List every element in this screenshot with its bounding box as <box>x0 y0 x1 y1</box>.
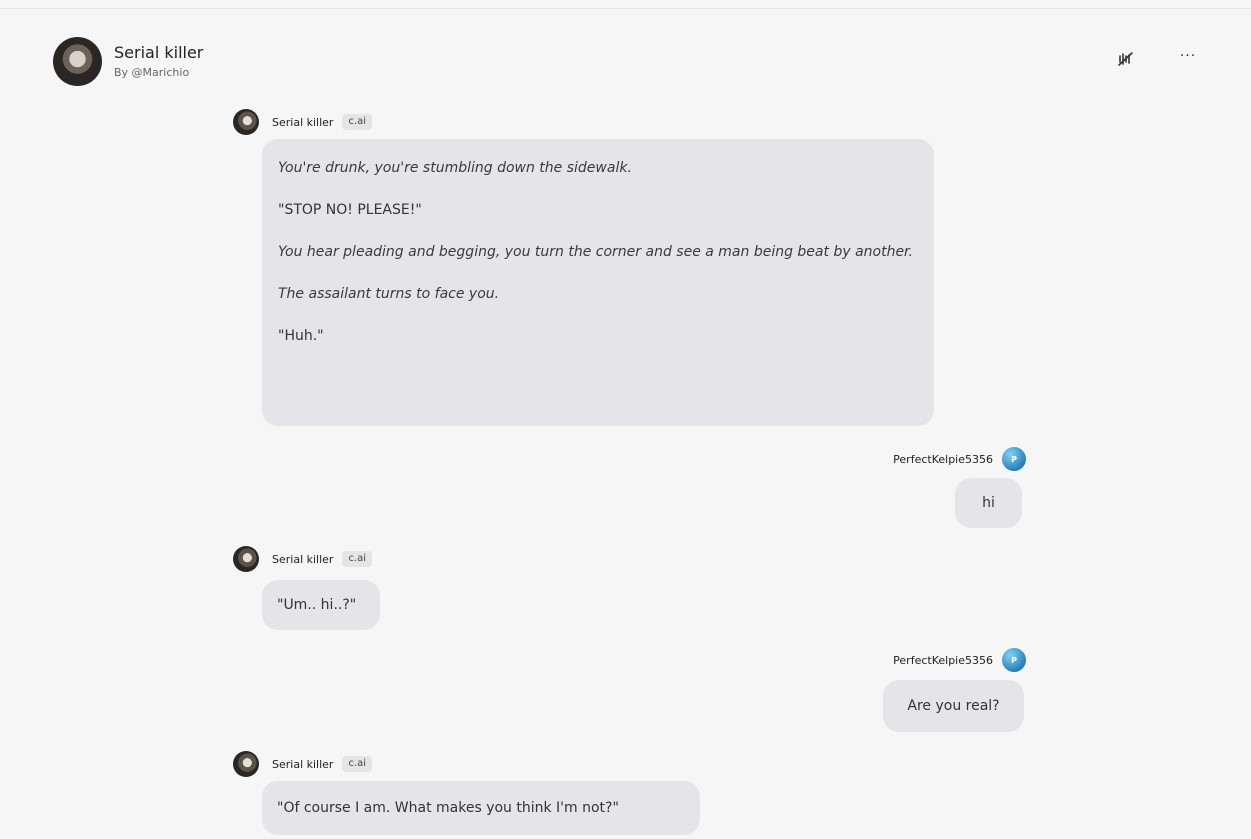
message-bubble: hi <box>955 478 1022 528</box>
user-message: PerfectKelpie5356 P <box>820 648 1026 672</box>
user-name: PerfectKelpie5356 <box>893 452 993 466</box>
user-message: PerfectKelpie5356 P <box>820 447 1026 471</box>
cai-badge: c.ai <box>342 756 373 772</box>
character-avatar[interactable] <box>53 37 102 86</box>
header-actions: ··· <box>1115 48 1199 70</box>
message-paragraph: You're drunk, you're stumbling down the … <box>278 160 632 176</box>
header-text: Serial killer By @Marichio <box>114 42 203 81</box>
message-text: Are you real? <box>907 698 1000 714</box>
message-bubble: Are you real? <box>883 680 1024 732</box>
bot-name: Serial killer <box>272 115 334 129</box>
message-header: PerfectKelpie5356 P <box>820 648 1026 672</box>
bot-message: Serial killer c.ai <box>233 108 373 136</box>
more-dots-glyph: ··· <box>1179 48 1197 64</box>
cai-badge: c.ai <box>342 114 373 130</box>
message-header: Serial killer c.ai <box>233 108 373 136</box>
message-text: "Um.. hi..?" <box>277 597 357 613</box>
user-name: PerfectKelpie5356 <box>893 653 993 667</box>
bot-avatar[interactable] <box>233 109 259 135</box>
message-bubble: "Of course I am. What makes you think I'… <box>262 781 700 835</box>
cai-badge: c.ai <box>342 551 373 567</box>
bot-name: Serial killer <box>272 757 334 771</box>
mute-waves-icon[interactable] <box>1115 48 1137 70</box>
character-title[interactable]: Serial killer <box>114 42 203 64</box>
bot-avatar[interactable] <box>233 751 259 777</box>
message-header: Serial killer c.ai <box>233 545 373 573</box>
message-bubble: You're drunk, you're stumbling down the … <box>262 139 934 426</box>
chat-page: Serial killer By @Marichio ··· Serial ki… <box>0 0 1251 839</box>
top-divider <box>0 8 1251 9</box>
bot-avatar[interactable] <box>233 546 259 572</box>
message-text: hi <box>982 495 995 511</box>
message-paragraph: "Huh." <box>278 328 324 344</box>
more-dots-icon[interactable]: ··· <box>1177 48 1199 70</box>
bot-message: Serial killer c.ai <box>233 545 373 573</box>
message-header: Serial killer c.ai <box>233 750 373 778</box>
message-header: PerfectKelpie5356 P <box>820 447 1026 471</box>
message-paragraph: The assailant turns to face you. <box>278 286 500 302</box>
message-paragraph: "STOP NO! PLEASE!" <box>278 202 422 218</box>
creator-byline[interactable]: By @Marichio <box>114 65 203 81</box>
user-avatar[interactable]: P <box>1002 447 1026 471</box>
bot-name: Serial killer <box>272 552 334 566</box>
bot-message: Serial killer c.ai <box>233 750 373 778</box>
user-avatar[interactable]: P <box>1002 648 1026 672</box>
chat-header: Serial killer By @Marichio <box>53 37 203 86</box>
message-paragraph: You hear pleading and begging, you turn … <box>278 244 913 260</box>
message-text: "Of course I am. What makes you think I'… <box>277 800 619 816</box>
message-bubble: "Um.. hi..?" <box>262 580 380 630</box>
